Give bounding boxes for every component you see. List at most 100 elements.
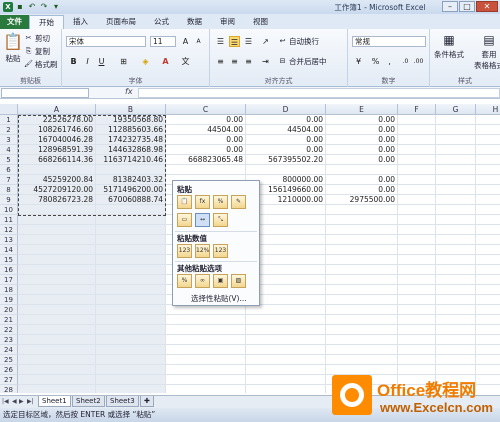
tab-insert[interactable]: 插入 [64, 15, 97, 29]
cell-a9[interactable]: 780826723.28 [18, 195, 96, 205]
cell-b5[interactable]: 1163714210.46 [96, 155, 166, 165]
cell-c5[interactable]: 668823065.48 [166, 155, 246, 165]
cell-a16[interactable] [18, 265, 96, 275]
cell-b26[interactable] [96, 365, 166, 375]
column-header-a[interactable]: A [18, 104, 96, 115]
cell-g15[interactable] [436, 255, 476, 265]
cell-h13[interactable] [476, 235, 500, 245]
values-source-format-icon[interactable]: 123 [213, 244, 228, 258]
insert-sheet-icon[interactable]: ✚ [140, 396, 154, 407]
cell-h18[interactable] [476, 285, 500, 295]
format-painter-button[interactable]: 🖌 格式刷 [24, 59, 57, 70]
cell-d27[interactable] [246, 375, 326, 385]
cell-h16[interactable] [476, 265, 500, 275]
paste-link-icon[interactable]: ∞ [195, 274, 210, 288]
row-header-13[interactable]: 13 [0, 235, 18, 245]
cell-a7[interactable]: 45259200.84 [18, 175, 96, 185]
maximize-button[interactable]: □ [459, 1, 475, 12]
cell-e10[interactable] [326, 205, 398, 215]
row-header-5[interactable]: 5 [0, 155, 18, 165]
shrink-font-icon[interactable]: A [193, 36, 204, 47]
cell-a6[interactable] [18, 165, 96, 175]
cell-e6[interactable] [326, 165, 398, 175]
column-header-e[interactable]: E [326, 104, 398, 115]
cell-a10[interactable] [18, 205, 96, 215]
cell-e22[interactable] [326, 325, 398, 335]
cell-a11[interactable] [18, 215, 96, 225]
cell-a1[interactable]: 22526278.00 [18, 115, 96, 125]
cell-f15[interactable] [398, 255, 436, 265]
cell-g14[interactable] [436, 245, 476, 255]
align-left-icon[interactable]: ≡ [215, 56, 226, 67]
cell-b11[interactable] [96, 215, 166, 225]
column-header-b[interactable]: B [96, 104, 166, 115]
currency-icon[interactable]: ¥ [353, 56, 364, 67]
row-header-18[interactable]: 18 [0, 285, 18, 295]
column-header-g[interactable]: G [436, 104, 476, 115]
cell-b1[interactable]: 19350568.80 [96, 115, 166, 125]
cell-h14[interactable] [476, 245, 500, 255]
cell-f4[interactable] [398, 145, 436, 155]
cell-c1[interactable]: 0.00 [166, 115, 246, 125]
row-header-8[interactable]: 8 [0, 185, 18, 195]
cell-h7[interactable] [476, 175, 500, 185]
row-header-3[interactable]: 3 [0, 135, 18, 145]
cut-button[interactable]: ✂ 剪切 [24, 33, 50, 44]
cell-c23[interactable] [166, 335, 246, 345]
cell-g13[interactable] [436, 235, 476, 245]
cell-e21[interactable] [326, 315, 398, 325]
phonetic-icon[interactable]: 文 [180, 56, 191, 67]
cell-f19[interactable] [398, 295, 436, 305]
cell-a20[interactable] [18, 305, 96, 315]
cell-b19[interactable] [96, 295, 166, 305]
tab-home[interactable]: 开始 [29, 15, 64, 29]
row-header-17[interactable]: 17 [0, 275, 18, 285]
cell-d24[interactable] [246, 345, 326, 355]
paste-button[interactable]: 📋 粘贴 [3, 33, 23, 64]
cell-e16[interactable] [326, 265, 398, 275]
cell-b27[interactable] [96, 375, 166, 385]
fx-icon[interactable]: fx [125, 87, 133, 96]
wrap-text-button[interactable]: ↩ 自动换行 [278, 36, 319, 47]
cell-b14[interactable] [96, 245, 166, 255]
cell-g5[interactable] [436, 155, 476, 165]
align-center-icon[interactable]: ≡ [229, 56, 240, 67]
cell-f21[interactable] [398, 315, 436, 325]
cell-e13[interactable] [326, 235, 398, 245]
cell-h8[interactable] [476, 185, 500, 195]
column-header-f[interactable]: F [398, 104, 436, 115]
row-header-4[interactable]: 4 [0, 145, 18, 155]
cell-g2[interactable] [436, 125, 476, 135]
cell-c24[interactable] [166, 345, 246, 355]
align-middle-icon[interactable]: ☰ [229, 36, 240, 47]
cell-g8[interactable] [436, 185, 476, 195]
cell-h3[interactable] [476, 135, 500, 145]
cell-a19[interactable] [18, 295, 96, 305]
row-header-6[interactable]: 6 [0, 165, 18, 175]
cell-e7[interactable]: 0.00 [326, 175, 398, 185]
cell-d4[interactable]: 0.00 [246, 145, 326, 155]
cell-f18[interactable] [398, 285, 436, 295]
cell-h15[interactable] [476, 255, 500, 265]
cell-e14[interactable] [326, 245, 398, 255]
cell-f12[interactable] [398, 225, 436, 235]
cell-e9[interactable]: 2975500.00 [326, 195, 398, 205]
row-header-12[interactable]: 12 [0, 225, 18, 235]
cell-e23[interactable] [326, 335, 398, 345]
row-header-15[interactable]: 15 [0, 255, 18, 265]
sheet-tab-sheet1[interactable]: Sheet1 [38, 396, 71, 407]
row-header-7[interactable]: 7 [0, 175, 18, 185]
cell-a14[interactable] [18, 245, 96, 255]
prev-sheet-icon[interactable]: ◀ [12, 398, 17, 405]
cell-a28[interactable] [18, 385, 96, 393]
cell-b7[interactable]: 81382403.32 [96, 175, 166, 185]
sheet-tab-sheet3[interactable]: Sheet3 [106, 396, 139, 407]
tab-page-layout[interactable]: 页面布局 [97, 15, 145, 29]
cell-c28[interactable] [166, 385, 246, 393]
formatting-icon[interactable]: % [177, 274, 192, 288]
cell-b3[interactable]: 174232735.48 [96, 135, 166, 145]
cell-f25[interactable] [398, 355, 436, 365]
cell-g11[interactable] [436, 215, 476, 225]
align-right-icon[interactable]: ≡ [243, 56, 254, 67]
cell-b18[interactable] [96, 285, 166, 295]
